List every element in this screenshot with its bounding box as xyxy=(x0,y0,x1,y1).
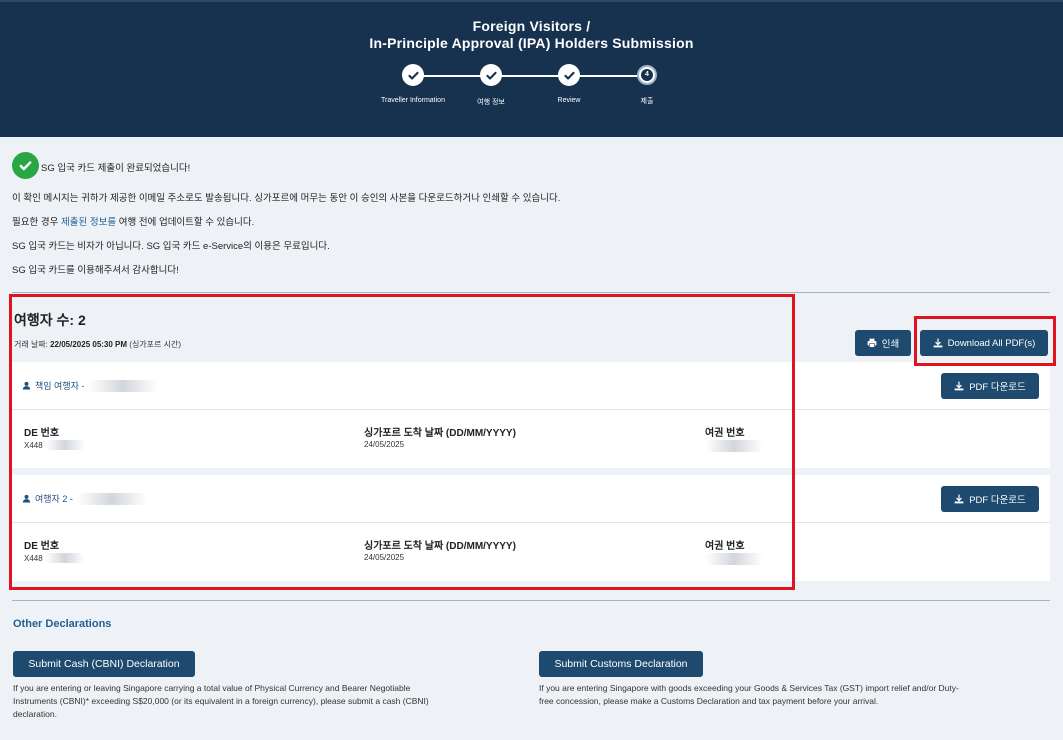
traveller-card-body: DE 번호 X448 싱가포르 도착 날짜 (DD/MM/YYYY) 24/05… xyxy=(12,523,1050,581)
date-value: 22/05/2025 05:30 PM xyxy=(50,340,128,349)
submitted-info-link[interactable]: 제출된 정보를 xyxy=(61,217,116,228)
passport-label: 여권 번호 xyxy=(705,541,745,552)
arrival-date-label: 싱가포르 도착 날짜 (DD/MM/YYYY) xyxy=(364,541,516,552)
user-icon xyxy=(22,381,31,390)
redacted-name xyxy=(76,492,147,505)
redacted-de xyxy=(44,440,85,450)
step-traveller-information: Traveller Information xyxy=(368,64,458,104)
traveller-card-lead: 책임 여행자 - PDF 다운로드 DE 번호 X448 싱가포르 도착 날짜 … xyxy=(12,362,1050,468)
redacted-passport xyxy=(705,553,763,565)
download-all-label: Download All PDF(s) xyxy=(947,337,1036,349)
print-label: 인쇄 xyxy=(881,339,900,350)
de-number-label: DE 번호 xyxy=(24,428,60,439)
step-label: 여행 정보 xyxy=(477,99,505,106)
header-title: Foreign Visitors / In-Principle Approval… xyxy=(0,18,1063,52)
header-title-line2: In-Principle Approval (IPA) Holders Subm… xyxy=(369,35,694,51)
download-icon xyxy=(954,494,964,504)
page-header: Foreign Visitors / In-Principle Approval… xyxy=(0,0,1063,137)
traveller-name: 책임 여행자 - xyxy=(22,379,159,392)
de-value-text: X448 xyxy=(24,440,43,450)
pdf-download-button[interactable]: PDF 다운로드 xyxy=(941,486,1039,512)
line2-prefix: 필요한 경우 xyxy=(12,217,61,228)
pdf-download-label: PDF 다운로드 xyxy=(969,495,1026,506)
confirmation-headline: SG 입국 카드 제출이 완료되었습니다! xyxy=(41,163,191,174)
download-all-pdfs-button[interactable]: Download All PDF(s) xyxy=(920,330,1048,356)
arrival-date-label: 싱가포르 도착 날짜 (DD/MM/YYYY) xyxy=(364,428,516,439)
date-label: 거래 날짜: xyxy=(14,340,51,349)
submit-customs-declaration-button[interactable]: Submit Customs Declaration xyxy=(539,651,703,677)
confirmation-line-1: 이 확인 메시지는 귀하가 제공한 이메일 주소로도 발송됩니다. 싱가포르에 … xyxy=(12,193,561,204)
download-icon xyxy=(954,381,964,391)
de-number-label: DE 번호 xyxy=(24,541,60,552)
step-label: Review xyxy=(557,97,581,104)
success-check-icon xyxy=(12,152,39,179)
step-review: Review xyxy=(524,64,614,104)
line2-suffix: 여행 전에 업데이트할 수 있습니다. xyxy=(116,217,255,228)
confirmation-line-4: SG 입국 카드를 이용해주셔서 감사합니다! xyxy=(12,265,179,276)
cbni-desc-line: If you are entering or leaving Singapore… xyxy=(13,683,411,693)
other-declarations-title: Other Declarations xyxy=(13,618,112,630)
customs-desc-line: free concession, please make a Customs D… xyxy=(539,696,879,706)
traveller-card-body: DE 번호 X448 싱가포르 도착 날짜 (DD/MM/YYYY) 24/05… xyxy=(12,410,1050,468)
traveller-title: 여행자 2 - xyxy=(35,494,73,504)
printer-icon xyxy=(867,338,877,348)
step-label: 제출 xyxy=(640,98,654,105)
arrival-date-value: 24/05/2025 xyxy=(364,440,405,449)
customs-desc-line: If you are entering Singapore with goods… xyxy=(539,683,959,693)
step-submit: 4 제출 xyxy=(602,64,692,106)
passport-value xyxy=(705,553,763,565)
date-suffix: (싱가포르 시간) xyxy=(127,340,181,349)
submit-cash-declaration-button[interactable]: Submit Cash (CBNI) Declaration xyxy=(13,651,195,677)
traveller-card-header: 여행자 2 - PDF 다운로드 xyxy=(12,475,1050,523)
header-title-line1: Foreign Visitors / xyxy=(472,18,591,34)
step-current-marker: 4 xyxy=(637,65,657,85)
redacted-name xyxy=(88,379,159,392)
traveller-card-header: 책임 여행자 - PDF 다운로드 xyxy=(12,362,1050,410)
passport-label: 여권 번호 xyxy=(705,428,745,439)
customs-description: If you are entering Singapore with goods… xyxy=(539,682,959,708)
redacted-de xyxy=(44,553,85,563)
traveller-name: 여행자 2 - xyxy=(22,492,147,505)
arrival-date-value: 24/05/2025 xyxy=(364,553,405,562)
passport-value xyxy=(705,440,763,452)
print-button[interactable]: 인쇄 xyxy=(855,330,911,356)
de-number-value: X448 xyxy=(24,440,85,450)
cbni-description: If you are entering or leaving Singapore… xyxy=(13,682,429,721)
download-icon xyxy=(933,338,943,348)
divider xyxy=(12,600,1050,601)
pdf-download-label: PDF 다운로드 xyxy=(969,382,1026,393)
traveller-card-2: 여행자 2 - PDF 다운로드 DE 번호 X448 싱가포르 도착 날짜 (… xyxy=(12,475,1050,581)
step-label: Traveller Information xyxy=(381,97,445,104)
transaction-date: 거래 날짜: 22/05/2025 05:30 PM (싱가포르 시간) xyxy=(14,339,181,350)
traveller-title: 책임 여행자 - xyxy=(35,381,85,391)
de-number-value: X448 xyxy=(24,553,85,563)
step-check-icon xyxy=(558,64,580,86)
user-icon xyxy=(22,494,31,503)
confirmation-line-3: SG 입국 카드는 비자가 아닙니다. SG 입국 카드 e-Service의 … xyxy=(12,241,330,252)
traveller-count: 여행자 수: 2 xyxy=(14,312,86,328)
step-travel-info: 여행 정보 xyxy=(446,64,536,107)
step-number: 4 xyxy=(641,69,653,81)
de-value-text: X448 xyxy=(24,553,43,563)
progress-stepper: Traveller Information 여행 정보 Review 4 제출 xyxy=(380,64,680,114)
redacted-passport xyxy=(705,440,763,452)
cbni-desc-line: Instruments (CBNI)* exceeding S$20,000 (… xyxy=(13,696,429,706)
pdf-download-button[interactable]: PDF 다운로드 xyxy=(941,373,1039,399)
step-check-icon xyxy=(402,64,424,86)
step-check-icon xyxy=(480,64,502,86)
divider xyxy=(12,292,1050,293)
cbni-desc-line: declaration. xyxy=(13,709,57,719)
confirmation-line-2: 필요한 경우 제출된 정보를 여행 전에 업데이트할 수 있습니다. xyxy=(12,214,254,228)
